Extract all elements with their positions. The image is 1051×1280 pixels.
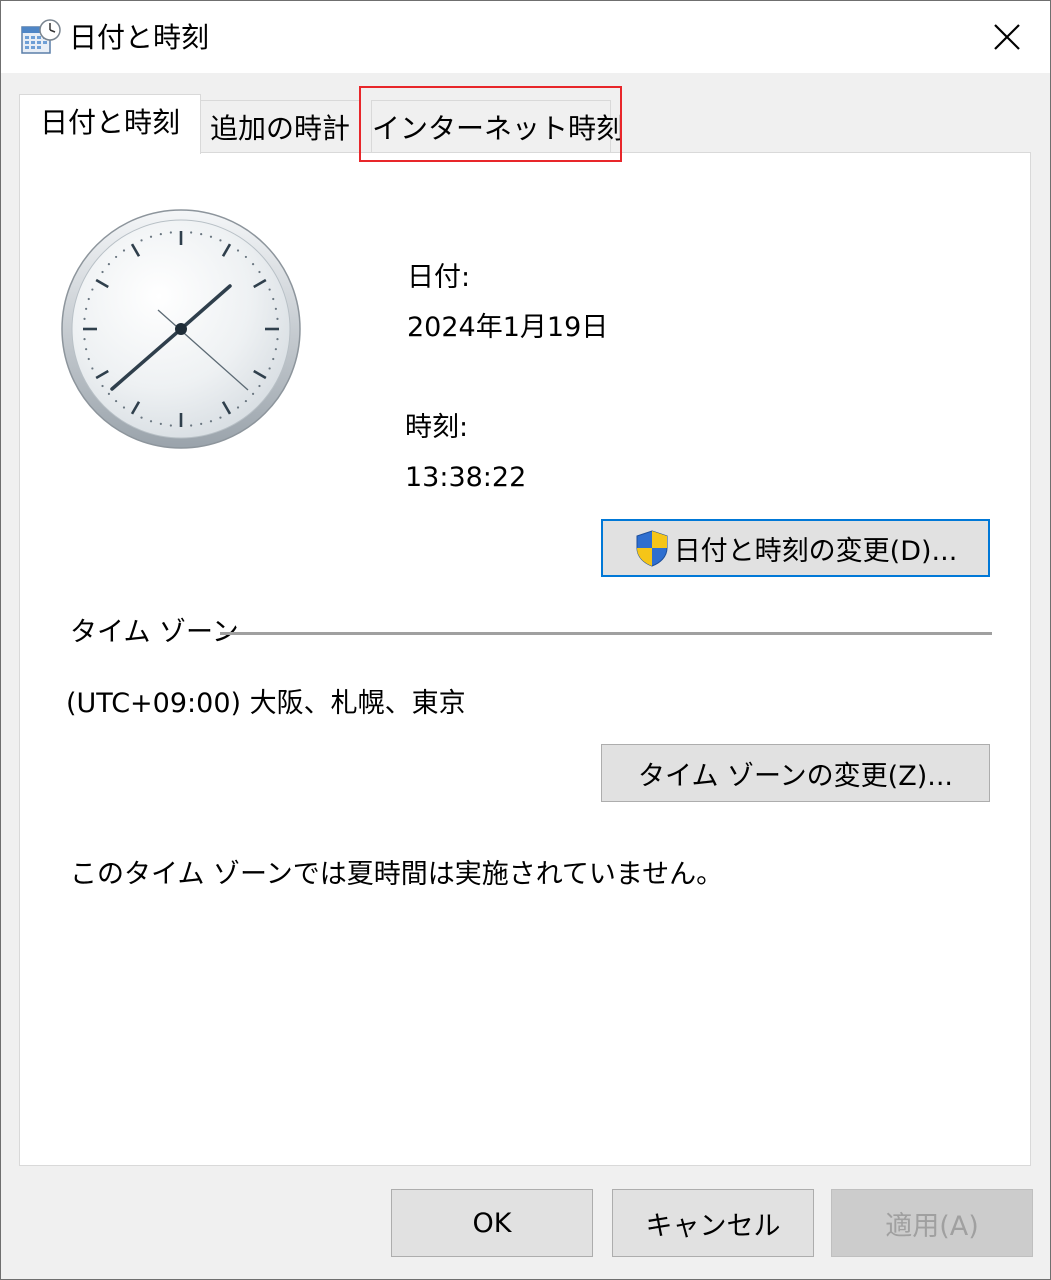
window-title: 日付と時刻: [69, 21, 210, 54]
date-time-dialog: 日付と時刻 日付と時刻 追加の時計 インターネット時刻 日付: 2024年1月1…: [0, 0, 1051, 1280]
close-icon: [994, 24, 1020, 50]
clock-minute-dot: [219, 239, 222, 242]
tab-panel: 日付: 2024年1月19日 時刻: 13:38:22 日付と時刻の変更(D).…: [19, 152, 1031, 1166]
clock-minute-dot: [274, 348, 277, 351]
ok-button[interactable]: OK: [391, 1189, 593, 1257]
clock-minute-dot: [209, 235, 213, 238]
clock-minute-dot: [122, 406, 126, 409]
clock-minute-dot: [122, 249, 126, 252]
clock-minute-dot: [244, 255, 248, 259]
clock-minute-dot: [190, 424, 193, 427]
clock-minute-dot: [83, 317, 86, 320]
clock-minute-dot: [159, 422, 162, 425]
analog-clock: [61, 209, 301, 449]
clock-minute-dot: [272, 357, 275, 361]
clock-minute-dot: [114, 399, 118, 403]
change-date-time-label: 日付と時刻の変更(D)...: [673, 535, 958, 567]
close-button[interactable]: [964, 1, 1050, 73]
clock-minute-dot: [87, 297, 90, 301]
clock-minute-dot: [268, 367, 271, 370]
time-zone-section-label: タイム ゾーン: [70, 617, 239, 648]
clock-minute-dot: [169, 231, 172, 234]
time-label: 時刻:: [405, 412, 469, 443]
clock-minute-dot: [159, 233, 162, 236]
time-zone-value: (UTC+09:00) 大阪、札幌、東京: [66, 688, 466, 719]
uac-shield-icon: [636, 530, 668, 567]
clock-minute-dot: [83, 338, 86, 341]
title-bar: 日付と時刻: [1, 1, 1050, 73]
change-time-zone-button[interactable]: タイム ゾーンの変更(Z)...: [601, 744, 990, 802]
clock-minute-dot: [276, 317, 279, 320]
clock-minute-dot: [268, 288, 271, 291]
clock-minute-dot: [91, 367, 94, 370]
clock-minute-dot: [251, 392, 255, 396]
tab-highlight-box: [359, 86, 622, 162]
clock-minute-dot: [258, 384, 261, 388]
clock-minute-dot: [85, 307, 88, 310]
clock-minute-dot: [91, 288, 94, 291]
clock-minute-dot: [258, 270, 261, 274]
clock-minute-dot: [200, 422, 203, 425]
apply-button[interactable]: 適用(A): [831, 1189, 1033, 1257]
clock-minute-dot: [200, 233, 203, 236]
clock-minute-dot: [107, 392, 111, 396]
clock-minute-dot: [272, 297, 275, 301]
clock-minute-dot: [190, 231, 193, 234]
clock-minute-dot: [140, 416, 143, 419]
time-zone-divider: [220, 632, 992, 635]
date-value: 2024年1月19日: [407, 312, 609, 343]
clock-minute-dot: [169, 424, 172, 427]
calendar-clock-icon: [21, 19, 61, 54]
clock-minute-dot: [236, 406, 240, 409]
clock-minute-dot: [219, 416, 222, 419]
clock-minute-dot: [140, 239, 143, 242]
clock-minute-dot: [107, 262, 111, 266]
cancel-button[interactable]: キャンセル: [612, 1189, 814, 1257]
clock-minute-dot: [209, 420, 213, 423]
change-date-time-button[interactable]: 日付と時刻の変更(D)...: [601, 519, 990, 577]
clock-minute-dot: [149, 420, 153, 423]
dst-note: このタイム ゾーンでは夏時間は実施されていません。: [70, 859, 724, 890]
clock-minute-dot: [244, 399, 248, 403]
clock-minute-dot: [276, 338, 279, 341]
clock-minute-dot: [149, 235, 153, 238]
time-value: 13:38:22: [405, 462, 527, 493]
clock-minute-dot: [251, 262, 255, 266]
clock-minute-dot: [101, 384, 104, 388]
tab-date-time[interactable]: 日付と時刻: [19, 94, 201, 154]
clock-minute-dot: [85, 348, 88, 351]
date-label: 日付:: [407, 262, 471, 293]
clock-minute-dot: [101, 270, 104, 274]
clock-minute-dot: [87, 357, 90, 361]
clock-minute-dot: [236, 249, 240, 252]
tab-additional-clocks[interactable]: 追加の時計: [200, 100, 360, 152]
clock-minute-dot: [114, 255, 118, 259]
clock-minute-dot: [274, 307, 277, 310]
